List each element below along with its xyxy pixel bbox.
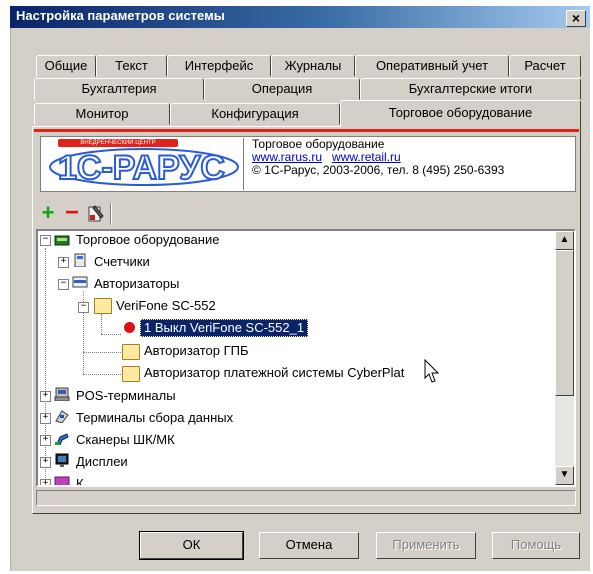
tab-calculation[interactable]: Расчет [509,55,581,77]
collapse-toggle[interactable]: − [58,279,69,290]
tree-item-pos[interactable]: POS-терминалы [76,388,176,404]
status-bar [36,490,576,506]
tab-text[interactable]: Текст [96,55,167,77]
accent-line [34,129,579,132]
toolbar-separator [110,203,112,225]
collapse-toggle[interactable]: − [40,235,51,246]
tree-item-partial[interactable]: К [76,476,84,485]
tab-journals[interactable]: Журналы [271,55,355,77]
banner-text: Торговое оборудование www.rarus.ru www.r… [252,138,504,177]
tree-item-authorizers[interactable]: Авторизаторы [94,276,179,292]
expand-toggle[interactable]: + [58,257,69,268]
tree-item-device-selected[interactable]: 1 Выкл VeriFone SC-552_1 [140,319,309,337]
tree-line [83,352,121,353]
banner-copyright: © 1С-Рарус, 2003-2006, тел. 8 (495) 250-… [252,163,505,177]
apply-button[interactable]: Применить [376,532,476,559]
tree-item-cyberplat[interactable]: Авторизатор платежной системы CyberPlat [144,365,404,381]
pos-terminal-icon [54,387,70,401]
rarus-logo-icon: 1С-РАРУС [49,148,239,188]
card-reader-icon [72,276,88,288]
cancel-button[interactable]: Отмена [259,532,359,559]
tab-accounting-totals[interactable]: Бухгалтерские итоги [360,78,581,100]
scroll-thumb[interactable] [555,250,574,396]
tree-item-displays[interactable]: Дисплеи [76,454,128,470]
scroll-up-button[interactable]: ▲ [555,231,574,250]
barcode-scanner-icon [55,433,69,445]
tree-item-terminals[interactable]: Терминалы сбора данных [76,410,233,426]
properties-button[interactable] [86,204,106,224]
folder-icon [122,366,140,382]
tree-root-label[interactable]: Торговое оборудование [76,232,219,248]
expand-toggle[interactable]: + [40,457,51,468]
tree-line [83,374,121,375]
tab-general[interactable]: Общие [36,55,96,77]
close-button[interactable]: × [566,10,586,27]
expand-toggle[interactable]: + [40,479,51,485]
tab-configuration[interactable]: Конфигурация [170,103,340,125]
equipment-icon [54,235,70,246]
tree-item-gpb[interactable]: Авторизатор ГПБ [144,343,249,359]
expand-toggle[interactable]: + [40,391,51,402]
help-button[interactable]: Помощь [492,532,580,559]
counter-icon [74,253,86,267]
banner-separator [243,138,244,190]
remove-button[interactable]: − [62,201,82,225]
ok-button[interactable]: ОК [139,531,244,560]
tab-monitor[interactable]: Монитор [34,103,170,125]
tree-line [101,314,102,334]
tab-interface[interactable]: Интерфейс [167,55,271,77]
mouse-cursor-icon [424,359,440,383]
tree-item-counters[interactable]: Счетчики [94,254,150,270]
tab-operational[interactable]: Оперативный учет [355,55,509,77]
folder-icon [94,298,112,314]
tree-item-verifone[interactable]: VeriFone SC-552 [116,298,216,314]
tab-operation[interactable]: Операция [204,78,360,100]
collapse-toggle[interactable]: − [78,302,89,313]
tree-item-scanners[interactable]: Сканеры ШК/МК [76,432,175,448]
tab-trade-equipment[interactable]: Торговое оборудование [340,100,581,127]
window-title: Настройка параметров системы [16,8,225,23]
logo-text: 1С-РАРУС [58,149,225,187]
retail-link[interactable]: www.retail.ru [332,150,401,164]
status-off-icon [124,322,135,333]
display-icon [55,453,69,467]
printer-icon [54,476,70,485]
tree-line [101,334,121,335]
equipment-tree[interactable]: − Торговое оборудование + Счетчики − Авт… [36,229,576,487]
tab-accounting[interactable]: Бухгалтерия [34,78,204,100]
scroll-down-button[interactable]: ▼ [555,466,574,485]
expand-toggle[interactable]: + [40,435,51,446]
rarus-link[interactable]: www.rarus.ru [252,150,322,164]
expand-toggle[interactable]: + [40,413,51,424]
data-terminal-icon [55,410,69,423]
folder-icon [122,344,140,360]
add-button[interactable]: + [38,202,58,224]
